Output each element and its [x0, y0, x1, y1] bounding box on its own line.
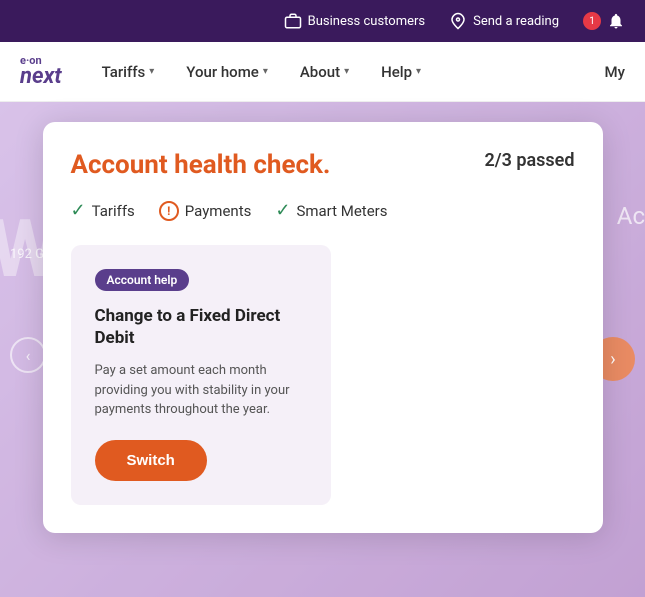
send-reading-link[interactable]: Send a reading [449, 12, 559, 30]
check-tariffs: ✓ Tariffs [71, 200, 135, 221]
tariffs-check-pass-icon: ✓ [71, 200, 86, 221]
card-badge: Account help [95, 269, 190, 291]
modal-title: Account health check. [71, 150, 331, 180]
check-payments: ! Payments [159, 200, 252, 221]
logo[interactable]: e·on next [20, 55, 62, 88]
card-description: Pay a set amount each month providing yo… [95, 361, 307, 420]
nav-tariffs[interactable]: Tariffs ▾ [90, 55, 167, 89]
tariffs-chevron-icon: ▾ [149, 66, 154, 77]
nav-help[interactable]: Help ▾ [369, 55, 433, 89]
modal-header: Account health check. 2/3 passed [71, 150, 575, 180]
about-chevron-icon: ▾ [344, 66, 349, 77]
check-smart-meters: ✓ Smart Meters [275, 200, 387, 221]
logo-next: next [20, 66, 62, 88]
business-customers-link[interactable]: Business customers [284, 12, 425, 30]
notification-badge: 1 [583, 12, 601, 30]
health-check-modal: Account health check. 2/3 passed ✓ Tarif… [43, 122, 603, 533]
smart-meters-check-label: Smart Meters [296, 202, 387, 220]
modal-checks: ✓ Tariffs ! Payments ✓ Smart Meters [71, 200, 575, 221]
send-reading-label: Send a reading [473, 14, 559, 29]
your-home-chevron-icon: ▾ [263, 66, 268, 77]
tariffs-check-label: Tariffs [92, 202, 135, 220]
smart-meters-check-pass-icon: ✓ [275, 200, 290, 221]
nav-your-home[interactable]: Your home ▾ [174, 55, 280, 89]
card-title: Change to a Fixed Direct Debit [95, 305, 307, 349]
utility-bar: Business customers Send a reading 1 [0, 0, 645, 42]
nav-about[interactable]: About ▾ [288, 55, 361, 89]
switch-button[interactable]: Switch [95, 440, 207, 481]
modal-overlay: Account health check. 2/3 passed ✓ Tarif… [0, 102, 645, 597]
business-customers-label: Business customers [308, 14, 425, 29]
notification-icon[interactable]: 1 [583, 12, 625, 30]
payments-check-label: Payments [185, 202, 252, 220]
nav-my[interactable]: My [605, 63, 625, 81]
nav-bar: e·on next Tariffs ▾ Your home ▾ About ▾ … [0, 42, 645, 102]
account-help-card: Account help Change to a Fixed Direct De… [71, 245, 331, 505]
modal-score: 2/3 passed [484, 150, 574, 171]
payments-check-warn-icon: ! [159, 201, 179, 221]
help-chevron-icon: ▾ [416, 66, 421, 77]
